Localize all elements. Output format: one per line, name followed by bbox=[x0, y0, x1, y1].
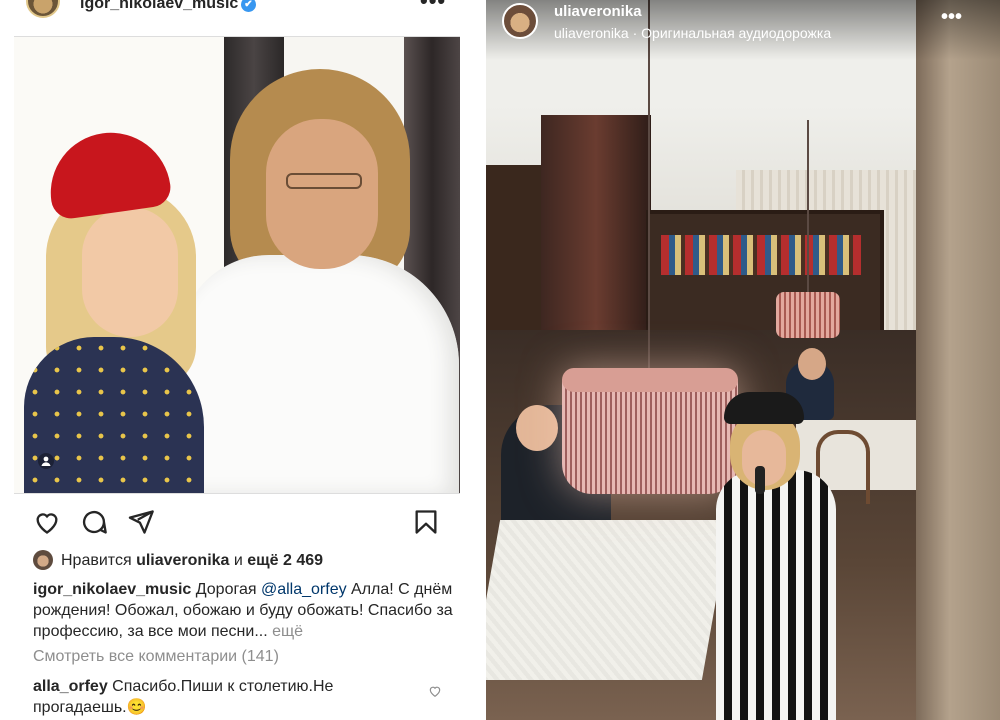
likes-count[interactable]: ещё 2 469 bbox=[247, 552, 323, 569]
story-scene bbox=[486, 0, 1000, 720]
likes-prefix: Нравится bbox=[61, 552, 132, 569]
scene-diner-head bbox=[798, 348, 826, 380]
comment-like-heart-icon[interactable] bbox=[428, 684, 442, 702]
scene-curtain bbox=[541, 115, 651, 365]
photo-man-shirt bbox=[179, 255, 459, 493]
story-more-options-icon[interactable]: ••• bbox=[941, 6, 962, 29]
bookmark-icon[interactable] bbox=[412, 508, 440, 541]
scene-diner-head bbox=[516, 405, 558, 451]
view-all-comments-link[interactable]: Смотреть все комментарии (141) bbox=[33, 648, 279, 666]
scene-singer-hat bbox=[724, 392, 804, 424]
likes-user[interactable]: uliaveronika bbox=[136, 552, 229, 569]
comment-item: alla_orfey Спасибо.Пиши к столетию.Не пр… bbox=[33, 676, 413, 718]
caption-text-before: Дорогая bbox=[195, 581, 257, 598]
avatar[interactable] bbox=[26, 0, 60, 18]
likes-text[interactable]: Нравится uliaveronika и ещё 2 469 bbox=[61, 552, 323, 570]
verified-badge-icon: ✔ bbox=[241, 0, 256, 12]
scene-lamp-top bbox=[562, 368, 738, 392]
post-caption: igor_nikolaev_music Дорогая @alla_orfey … bbox=[33, 579, 453, 642]
scene-table bbox=[486, 520, 731, 680]
more-options-icon[interactable]: ••• bbox=[420, 0, 446, 14]
post-username[interactable]: igor_nikolaev_music bbox=[80, 0, 238, 13]
caption-mention[interactable]: @alla_orfey bbox=[261, 581, 347, 598]
scene-door bbox=[916, 0, 1000, 720]
comment-author[interactable]: alla_orfey bbox=[33, 678, 108, 695]
post-actions bbox=[0, 508, 475, 536]
story-avatar[interactable] bbox=[502, 3, 538, 39]
scene-lamp-cord bbox=[807, 120, 809, 295]
likes-middle: и bbox=[233, 552, 243, 569]
post-header: igor_nikolaev_music ✔ ••• bbox=[0, 0, 475, 20]
caption-author[interactable]: igor_nikolaev_music bbox=[33, 581, 191, 598]
photo-woman-face bbox=[82, 207, 178, 337]
story-view[interactable]: uliaveronika uliaveronika · Оригинальная… bbox=[486, 0, 1000, 720]
heart-icon[interactable] bbox=[33, 508, 61, 541]
smile-emoji: 😊 bbox=[126, 699, 147, 716]
scene-singer-dress bbox=[716, 470, 836, 720]
send-arrow-icon[interactable] bbox=[127, 508, 155, 541]
scene-books bbox=[661, 235, 861, 275]
instagram-post: igor_nikolaev_music ✔ ••• Нравится uliav… bbox=[0, 0, 475, 720]
scene-microphone bbox=[755, 466, 765, 494]
photo-glasses bbox=[286, 173, 362, 189]
scene-lamp bbox=[776, 292, 840, 338]
story-username[interactable]: uliaveronika bbox=[554, 3, 642, 20]
story-audio-label[interactable]: uliaveronika · Оригинальная аудиодорожка bbox=[554, 25, 831, 41]
post-photo[interactable] bbox=[14, 36, 460, 494]
likes-row[interactable]: Нравится uliaveronika и ещё 2 469 bbox=[33, 550, 473, 572]
caption-more-link[interactable]: ещё bbox=[272, 623, 303, 640]
liker-avatar bbox=[33, 550, 53, 570]
photo-man-face bbox=[266, 119, 378, 269]
person-tag-icon[interactable] bbox=[38, 453, 54, 469]
comment-bubble-icon[interactable] bbox=[80, 508, 108, 541]
